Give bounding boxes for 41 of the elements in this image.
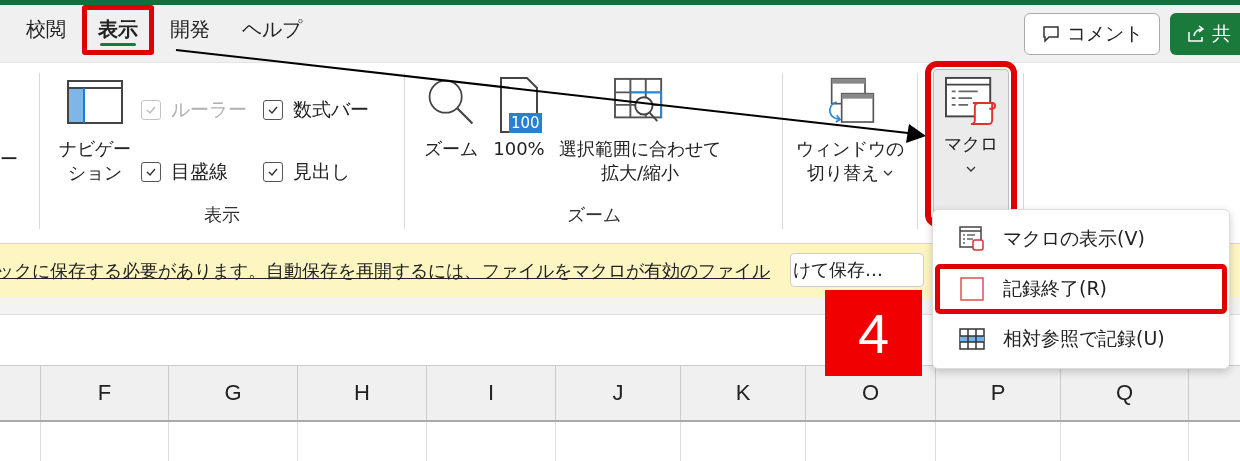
check-icon — [267, 104, 279, 116]
menu-item[interactable]: 相対参照で記録(U) — [937, 316, 1225, 362]
column-header[interactable]: G — [169, 366, 298, 420]
macro-icon — [942, 76, 999, 126]
ribbon-tab[interactable]: 校閲 — [10, 5, 82, 55]
macro-icon — [959, 226, 985, 252]
zoom-to-selection-button[interactable]: 選択範囲に合わせて 拡大/縮小 — [559, 77, 721, 186]
group-label: ズーム — [566, 203, 621, 227]
ribbon-label: ー — [0, 147, 19, 171]
zoom-button[interactable]: ズーム — [423, 77, 479, 162]
caret-icon — [883, 170, 893, 177]
ribbon-tab[interactable]: ヘルプ — [226, 5, 318, 55]
caret-icon — [965, 166, 976, 173]
group-label: 表示 — [204, 203, 240, 227]
column-header[interactable]: F — [41, 366, 169, 420]
check-icon — [145, 166, 157, 178]
menu-item[interactable]: 記録終了(R) — [937, 266, 1225, 312]
navigation-button[interactable]: ナビゲー ション — [55, 77, 135, 186]
table-icon — [959, 326, 985, 352]
stop-icon — [959, 276, 985, 302]
column-header[interactable]: I — [427, 366, 556, 420]
checkbox[interactable]: 数式バー — [263, 97, 393, 123]
column-header[interactable]: J — [556, 366, 681, 420]
comment-button[interactable]: コメント — [1024, 12, 1160, 55]
pane-icon — [67, 77, 123, 127]
step-badge: 4 — [825, 290, 922, 376]
save-as-button[interactable]: けて保存… — [790, 253, 924, 287]
column-header[interactable]: K — [681, 366, 806, 420]
checkbox[interactable]: 目盛線 — [141, 159, 263, 185]
ribbon-tab[interactable]: 表示 — [82, 5, 154, 55]
share-icon — [1186, 23, 1206, 44]
checkbox[interactable]: 見出し — [263, 159, 393, 185]
zoom-100-button[interactable]: 100 100% — [491, 77, 547, 162]
check-icon — [267, 166, 279, 178]
comment-icon — [1041, 23, 1061, 44]
column-header[interactable]: H — [298, 366, 427, 420]
share-button[interactable]: 共 — [1170, 12, 1240, 55]
check-icon — [145, 104, 157, 116]
menu-item[interactable]: マクロの表示(V) — [937, 216, 1225, 262]
ribbon-tab[interactable]: 開発 — [154, 5, 226, 55]
switch-windows-button[interactable]: ウィンドウの 切り替え — [796, 77, 904, 186]
